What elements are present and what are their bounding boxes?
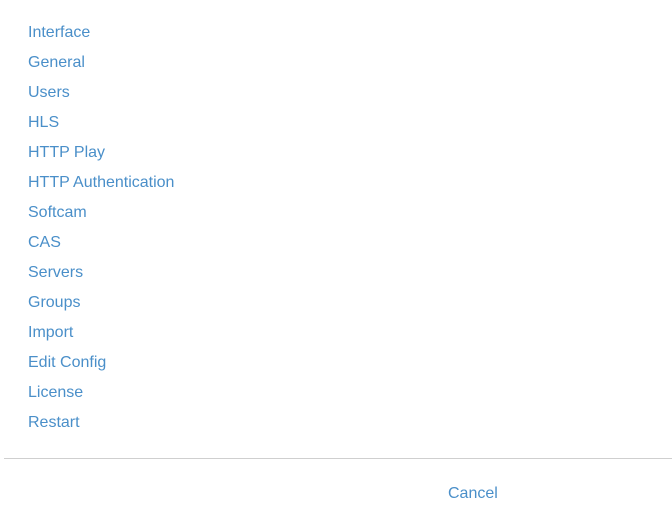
settings-menu: Interface General Users HLS HTTP Play HT…	[28, 20, 174, 440]
menu-item-general[interactable]: General	[28, 50, 174, 80]
footer-divider	[4, 458, 672, 459]
menu-item-http-play[interactable]: HTTP Play	[28, 140, 174, 170]
menu-item-edit-config[interactable]: Edit Config	[28, 350, 174, 380]
menu-item-interface[interactable]: Interface	[28, 20, 174, 50]
menu-item-restart[interactable]: Restart	[28, 410, 174, 440]
menu-item-http-authentication[interactable]: HTTP Authentication	[28, 170, 174, 200]
cancel-button[interactable]: Cancel	[448, 482, 498, 506]
menu-item-servers[interactable]: Servers	[28, 260, 174, 290]
menu-item-groups[interactable]: Groups	[28, 290, 174, 320]
menu-item-users[interactable]: Users	[28, 80, 174, 110]
menu-item-import[interactable]: Import	[28, 320, 174, 350]
menu-item-license[interactable]: License	[28, 380, 174, 410]
menu-item-softcam[interactable]: Softcam	[28, 200, 174, 230]
menu-item-hls[interactable]: HLS	[28, 110, 174, 140]
menu-item-cas[interactable]: CAS	[28, 230, 174, 260]
